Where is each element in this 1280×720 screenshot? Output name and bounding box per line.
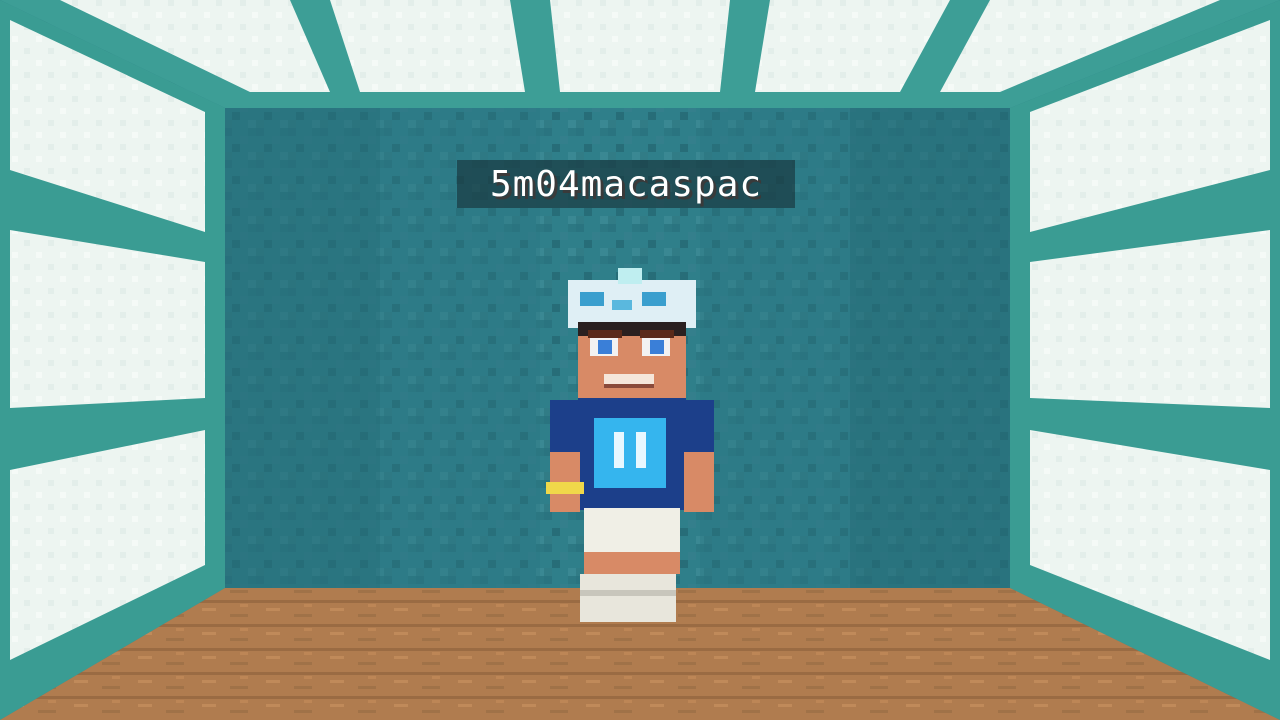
room-render <box>0 0 1280 720</box>
player-nametag: 5m04macaspac <box>457 160 795 208</box>
shorts <box>584 508 680 552</box>
right-wall-lanterns <box>1030 20 1270 660</box>
shirt-logo-icon <box>594 418 666 488</box>
left-wall-lanterns <box>10 20 205 660</box>
bracelet-icon <box>546 482 584 494</box>
shoes <box>580 574 676 622</box>
game-viewport: 5m04macaspac <box>0 0 1280 720</box>
